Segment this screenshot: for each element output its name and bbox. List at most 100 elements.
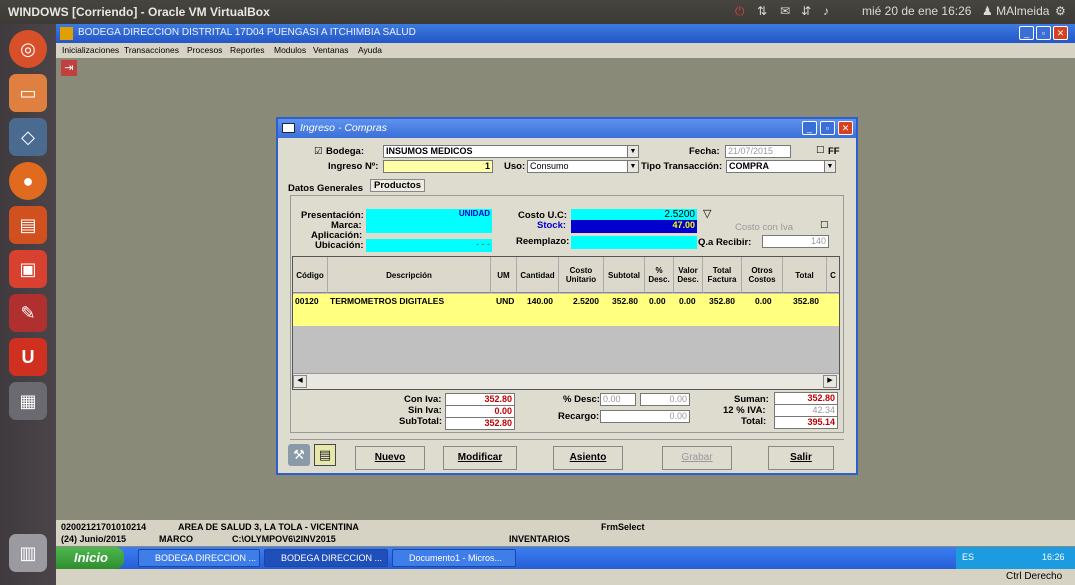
trash-icon[interactable]: ▥ — [9, 534, 47, 572]
menu-ventanas[interactable]: Ventanas — [313, 45, 348, 55]
clock[interactable]: mié 20 de ene 16:26 — [862, 4, 971, 18]
col-codigo[interactable]: Código — [293, 257, 328, 293]
ubuntu-one-icon[interactable]: U — [9, 338, 47, 376]
minimize-button[interactable]: _ — [1019, 26, 1034, 40]
menu-modulos[interactable]: Modulos — [274, 45, 306, 55]
documents-icon[interactable]: ▤ — [314, 444, 336, 466]
stapler-icon[interactable]: ⚒ — [288, 444, 310, 466]
restore-button[interactable]: ▫ — [1036, 26, 1051, 40]
files-icon[interactable]: ▭ — [9, 74, 47, 112]
bodega-select[interactable]: INSUMOS MEDICOS — [383, 145, 629, 158]
ingreso-label: Ingreso Nº: — [328, 161, 379, 172]
system-settings-icon[interactable]: ✎ — [9, 294, 47, 332]
col-um[interactable]: UM — [491, 257, 517, 293]
menu-inicializaciones[interactable]: Inicializaciones — [62, 45, 119, 55]
uso-chevron-down-icon[interactable]: ▼ — [627, 160, 639, 173]
app-toolbar: ⇥ — [56, 58, 1075, 80]
costo-iva-checkbox[interactable]: ☐ — [820, 220, 829, 231]
ingreso-field[interactable]: 1 — [383, 160, 493, 173]
software-center-icon[interactable]: ▣ — [9, 250, 47, 288]
menu-reportes[interactable]: Reportes — [230, 45, 265, 55]
impress-icon[interactable]: ▤ — [9, 206, 47, 244]
col-cantidad[interactable]: Cantidad — [517, 257, 559, 293]
salir-button[interactable]: Salir — [768, 446, 834, 470]
cell-descripcion: TERMOMETROS DIGITALES — [330, 296, 445, 306]
fecha-label: Fecha: — [689, 146, 720, 157]
table-row[interactable]: 00120 TERMOMETROS DIGITALES UND 140.00 2… — [293, 294, 839, 326]
bodega-checkbox[interactable]: ☑ — [314, 146, 323, 157]
uso-select[interactable]: Consumo — [527, 160, 629, 173]
qa-recibir-label: Q.a Recibir: — [698, 237, 752, 248]
nuevo-button[interactable]: Nuevo — [355, 446, 425, 470]
user-menu[interactable]: ♟ MAlmeida — [982, 4, 1049, 18]
dialog-minimize-button[interactable]: _ — [802, 121, 817, 135]
status-path: C:\OLYMPOV6\2INV2015 — [232, 534, 336, 544]
col-total[interactable]: Total — [783, 257, 827, 293]
task-bodega-2[interactable]: BODEGA DIRECCION ... — [264, 549, 388, 567]
ubicacion-field: - - - — [366, 239, 492, 252]
firefox-icon[interactable]: ● — [9, 162, 47, 200]
pct-desc-field[interactable]: 0.00 — [600, 393, 636, 406]
col-otros-costos[interactable]: Otros Costos — [742, 257, 783, 293]
col-descripcion[interactable]: Descripción — [328, 257, 491, 293]
status-period: (24) Junio/2015 — [61, 534, 127, 544]
close-button[interactable]: ✕ — [1053, 26, 1068, 40]
cell-pct-desc: 0.00 — [649, 296, 666, 306]
col-c[interactable]: C — [827, 257, 839, 293]
dialog-close-button[interactable]: ✕ — [838, 121, 853, 135]
grabar-button[interactable]: Grabar — [662, 446, 732, 470]
col-subtotal[interactable]: Subtotal — [604, 257, 645, 293]
workspaces-icon[interactable]: ▦ — [9, 382, 47, 420]
scroll-right-icon[interactable]: ▶ — [823, 375, 837, 388]
filter-funnel-icon[interactable]: ▽ — [703, 207, 711, 220]
start-button[interactable]: Inicio — [56, 547, 124, 569]
cell-codigo: 00120 — [295, 296, 319, 306]
cell-cantidad: 140.00 — [527, 296, 553, 306]
menu-procesos[interactable]: Procesos — [187, 45, 222, 55]
costo-iva-label: Costo con Iva — [735, 222, 794, 233]
recargo-field[interactable]: 0.00 — [600, 410, 690, 423]
settings-gear-icon[interactable]: ⚙ — [1055, 4, 1066, 18]
language-indicator[interactable]: ES — [962, 552, 974, 562]
keyboard-icon[interactable]: ⇵ — [801, 4, 811, 18]
tab-productos[interactable]: Productos — [370, 179, 425, 192]
volume-icon[interactable]: ♪ — [823, 4, 829, 18]
tipo-transaccion-select[interactable]: COMPRA — [726, 160, 826, 173]
fecha-field[interactable]: 21/07/2015 — [725, 145, 791, 158]
exit-door-icon[interactable]: ⇥ — [61, 60, 77, 76]
menu-transacciones[interactable]: Transacciones — [124, 45, 179, 55]
virtualbox-icon[interactable]: ◇ — [9, 118, 47, 156]
col-valor-desc[interactable]: Valor Desc. — [674, 257, 703, 293]
col-costo-unitario[interactable]: Costo Unitario — [559, 257, 604, 293]
asiento-button[interactable]: Asiento — [553, 446, 623, 470]
bodega-chevron-down-icon[interactable]: ▼ — [627, 145, 639, 158]
task-documento1[interactable]: Documento1 - Micros... — [392, 549, 516, 567]
network-icon[interactable]: ⇅ — [757, 4, 767, 18]
desc-value-field[interactable]: 0.00 — [640, 393, 690, 406]
reemplazo-label: Reemplazo: — [516, 236, 570, 247]
grid-horizontal-scrollbar[interactable]: ◀ ▶ — [293, 373, 839, 389]
power-icon[interactable]: ⏻ — [735, 4, 745, 19]
col-total-factura[interactable]: Total Factura — [703, 257, 742, 293]
ff-label: FF — [828, 146, 840, 157]
tab-datos-generales[interactable]: Datos Generales — [288, 183, 363, 194]
tipo-transaccion-label: Tipo Transacción: — [641, 161, 723, 172]
menu-ayuda[interactable]: Ayuda — [358, 45, 382, 55]
uso-label: Uso: — [504, 161, 526, 172]
qa-recibir-field[interactable]: 140 — [762, 235, 829, 248]
col-pct-desc[interactable]: % Desc. — [645, 257, 674, 293]
scroll-left-icon[interactable]: ◀ — [293, 375, 307, 388]
products-grid: Código Descripción UM Cantidad Costo Uni… — [292, 256, 840, 390]
total-label: Total: — [741, 416, 767, 427]
dialog-icon — [282, 123, 295, 133]
ubuntu-dash-icon[interactable]: ◎ — [9, 30, 47, 68]
dialog-title: Ingreso - Compras — [300, 122, 387, 134]
ff-checkbox[interactable]: ☐ — [816, 145, 825, 156]
dialog-maximize-button[interactable]: ▫ — [820, 121, 835, 135]
tipo-chevron-down-icon[interactable]: ▼ — [824, 160, 836, 173]
modificar-button[interactable]: Modificar — [443, 446, 517, 470]
sin-iva-label: Sin Iva: — [408, 405, 442, 416]
ubicacion-label: Ubicación: — [315, 240, 364, 251]
task-bodega-1[interactable]: BODEGA DIRECCION ... — [138, 549, 260, 567]
mail-icon[interactable]: ✉ — [780, 4, 790, 18]
